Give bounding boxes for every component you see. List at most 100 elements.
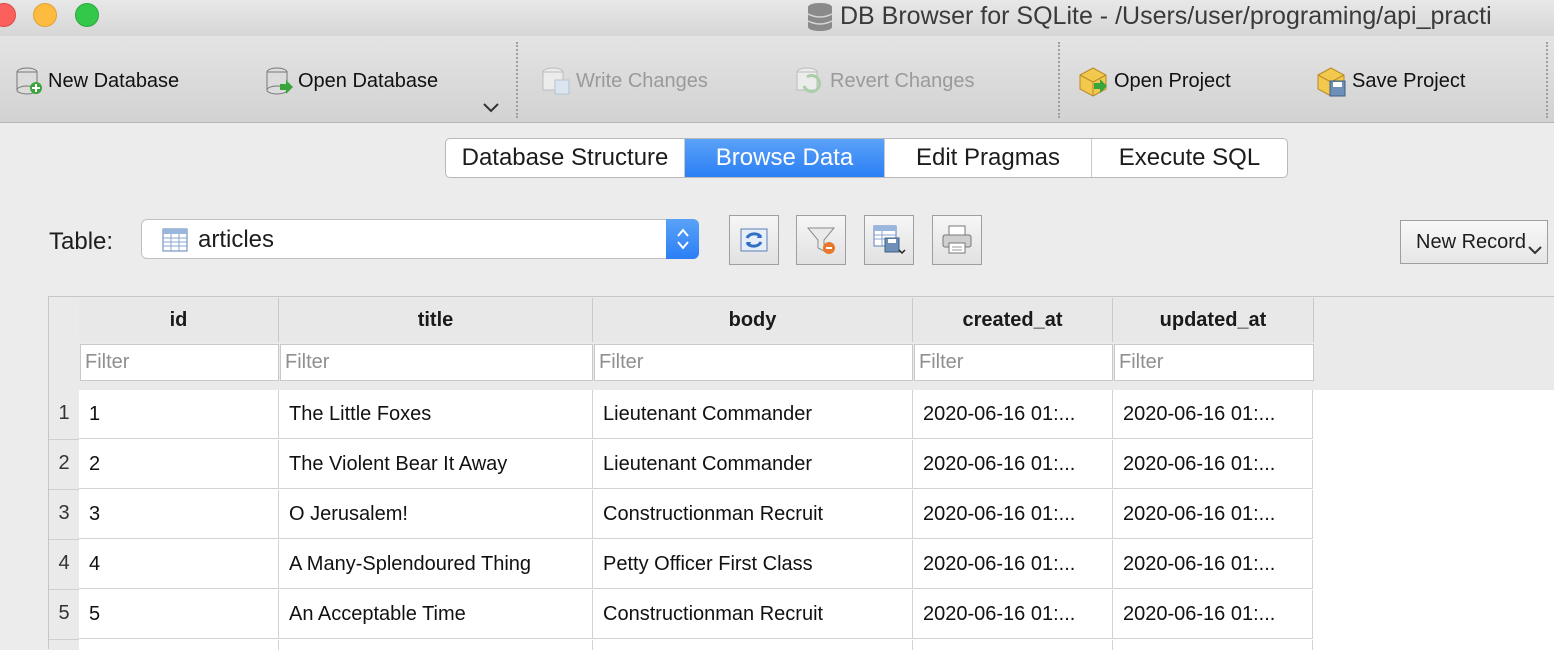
tab-database-structure[interactable]: Database Structure: [446, 139, 685, 177]
zoom-window-button[interactable]: [75, 3, 99, 27]
table-cell-id[interactable]: 3: [79, 490, 279, 539]
write-changes-button[interactable]: Write Changes: [540, 64, 708, 98]
main-toolbar: New Database Open Database Write Changes…: [0, 36, 1554, 123]
window-title-text: DB Browser for SQLite - /Users/user/prog…: [840, 2, 1492, 30]
table-cell-title[interactable]: The Violent Bear It Away: [279, 440, 593, 489]
minimize-window-button[interactable]: [33, 3, 57, 27]
table-cell-title[interactable]: The Little Foxes: [279, 390, 593, 439]
table-cell-updated-at[interactable]: [1113, 640, 1313, 650]
chevron-down-icon[interactable]: [482, 102, 500, 114]
filter-input-id[interactable]: Filter: [80, 344, 279, 381]
table-cell-body[interactable]: Petty Officer First Class: [593, 540, 913, 589]
write-changes-icon: [542, 67, 570, 95]
close-window-button[interactable]: [0, 3, 16, 27]
open-database-button[interactable]: Open Database: [264, 64, 438, 98]
table-cell-updated-at[interactable]: 2020-06-16 01:...: [1113, 590, 1313, 639]
table-select[interactable]: articles: [141, 219, 699, 259]
table-cell-created-at[interactable]: 2020-06-16 01:...: [913, 590, 1113, 639]
save-project-button[interactable]: Save Project: [1314, 64, 1465, 98]
table-cell-created-at[interactable]: 2020-06-16 01:...: [913, 540, 1113, 589]
table-cell-title[interactable]: A Many-Splendoured Thing: [279, 540, 593, 589]
chevron-down-icon[interactable]: [1527, 245, 1543, 257]
tab-edit-pragmas[interactable]: Edit Pragmas: [885, 139, 1092, 177]
table-label: Table:: [49, 228, 114, 255]
tab-execute-sql[interactable]: Execute SQL: [1092, 139, 1287, 177]
column-header-created-at[interactable]: created_at: [913, 298, 1113, 342]
revert-changes-label: Revert Changes: [830, 69, 975, 92]
table-icon: [162, 228, 188, 252]
revert-changes-button[interactable]: Revert Changes: [794, 64, 975, 98]
row-number[interactable]: [49, 640, 79, 650]
open-database-icon: [266, 67, 293, 95]
selected-table-value: articles: [198, 226, 275, 253]
save-project-icon: [1317, 67, 1346, 97]
new-database-label: New Database: [48, 69, 180, 92]
printer-icon: [942, 225, 972, 254]
open-project-icon: [1079, 67, 1107, 97]
toolbar-separator: [516, 42, 518, 118]
open-project-button[interactable]: Open Project: [1076, 64, 1231, 98]
table-cell-title[interactable]: [279, 640, 593, 650]
row-number[interactable]: 1: [49, 390, 79, 440]
refresh-button[interactable]: [729, 215, 779, 265]
table-cell-id[interactable]: 4: [79, 540, 279, 589]
open-database-label: Open Database: [298, 69, 439, 92]
save-table-button[interactable]: [864, 215, 914, 265]
data-grid: id title body created_at updated_at Filt…: [48, 296, 1554, 650]
table-cell-body[interactable]: Lieutenant Commander: [593, 390, 913, 439]
table-cell-body[interactable]: Lieutenant Commander: [593, 440, 913, 489]
filter-input-title[interactable]: Filter: [280, 344, 593, 381]
revert-changes-icon: [796, 67, 822, 93]
save-project-label: Save Project: [1352, 69, 1466, 92]
table-cell-created-at[interactable]: [913, 640, 1113, 650]
row-number[interactable]: 3: [49, 490, 79, 540]
table-cell-updated-at[interactable]: 2020-06-16 01:...: [1113, 390, 1313, 439]
new-record-label: New Record: [1416, 231, 1527, 253]
table-cell-body[interactable]: [593, 640, 913, 650]
table-cell-updated-at[interactable]: 2020-06-16 01:...: [1113, 440, 1313, 489]
open-project-label: Open Project: [1114, 69, 1231, 92]
table-cell-created-at[interactable]: 2020-06-16 01:...: [913, 390, 1113, 439]
table-cell-id[interactable]: 2: [79, 440, 279, 489]
filter-input-body[interactable]: Filter: [594, 344, 913, 381]
print-button[interactable]: [932, 215, 982, 265]
new-database-icon: [16, 67, 42, 95]
grid-body: 1 1 The Little Foxes Lieutenant Commande…: [49, 390, 1554, 650]
table-cell-id[interactable]: 1: [79, 390, 279, 439]
title-bar: DB Browser for SQLite - /Users/user/prog…: [0, 0, 1554, 36]
table-cell-created-at[interactable]: 2020-06-16 01:...: [913, 440, 1113, 489]
column-header-title[interactable]: title: [279, 298, 593, 342]
filter-input-updated-at[interactable]: Filter: [1114, 344, 1314, 381]
new-database-button[interactable]: New Database: [14, 64, 179, 98]
main-tab-bar: Database Structure Browse Data Edit Prag…: [445, 138, 1288, 178]
column-header-updated-at[interactable]: updated_at: [1113, 298, 1314, 342]
table-cell-id[interactable]: [79, 640, 279, 650]
new-record-button[interactable]: New Record: [1400, 220, 1548, 264]
table-cell-updated-at[interactable]: 2020-06-16 01:...: [1113, 540, 1313, 589]
up-down-chevron-icon: [676, 228, 689, 250]
table-cell-body[interactable]: Constructionman Recruit: [593, 490, 913, 539]
refresh-icon: [740, 228, 768, 252]
table-cell-title[interactable]: An Acceptable Time: [279, 590, 593, 639]
save-table-icon: [873, 225, 906, 255]
filter-clear-icon: [806, 227, 836, 254]
column-header-body[interactable]: body: [593, 298, 913, 342]
row-number[interactable]: 4: [49, 540, 79, 590]
database-icon: [807, 3, 833, 32]
table-cell-body[interactable]: Constructionman Recruit: [593, 590, 913, 639]
table-cell-title[interactable]: O Jerusalem!: [279, 490, 593, 539]
select-stepper[interactable]: [666, 219, 699, 259]
window-title: DB Browser for SQLite - /Users/user/prog…: [806, 0, 1492, 32]
clear-filters-button[interactable]: [796, 215, 846, 265]
toolbar-separator: [1058, 42, 1060, 118]
tab-browse-data[interactable]: Browse Data: [685, 139, 885, 177]
row-number[interactable]: 2: [49, 440, 79, 490]
row-number[interactable]: 5: [49, 590, 79, 640]
column-header-id[interactable]: id: [79, 298, 279, 342]
table-cell-updated-at[interactable]: 2020-06-16 01:...: [1113, 490, 1313, 539]
filter-input-created-at[interactable]: Filter: [914, 344, 1113, 381]
toolbar-separator: [1546, 42, 1548, 118]
write-changes-label: Write Changes: [576, 69, 708, 92]
table-cell-id[interactable]: 5: [79, 590, 279, 639]
table-cell-created-at[interactable]: 2020-06-16 01:...: [913, 490, 1113, 539]
